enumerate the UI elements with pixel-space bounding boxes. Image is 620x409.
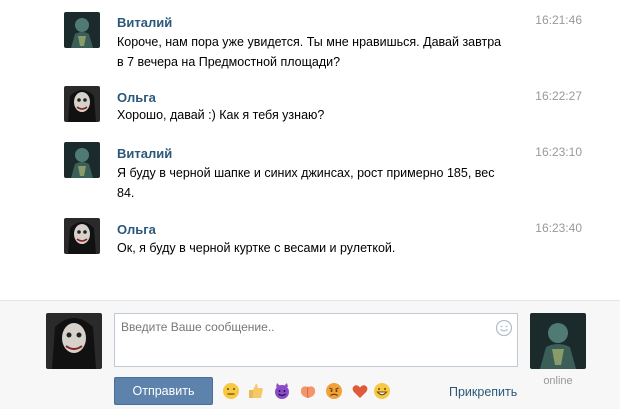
my-avatar[interactable] — [46, 313, 102, 369]
message-item: Виталий 16:23:10 Я буду в черной шапке и… — [0, 142, 620, 212]
heart-icon[interactable] — [351, 382, 369, 400]
peach-icon[interactable] — [299, 382, 317, 400]
message-composer: Введите Ваше сообщение.. online Отправит… — [0, 300, 620, 409]
online-status: online — [543, 375, 573, 387]
message-author[interactable]: Ольга — [117, 222, 156, 238]
message-text: Ок, я буду в черной куртке с весами и ру… — [117, 238, 517, 258]
send-button[interactable]: Отправить — [114, 377, 213, 405]
message-input-placeholder: Введите Ваше сообщение.. — [121, 320, 275, 334]
grin-icon[interactable] — [373, 382, 391, 400]
message-line: в 7 вечера на Предмостной площади? — [117, 55, 341, 69]
message-line: Ок, я буду в черной куртке с весами и ру… — [117, 241, 396, 255]
attach-link[interactable]: Прикрепить — [449, 385, 517, 399]
message-author[interactable]: Виталий — [117, 146, 172, 162]
smile-icon[interactable] — [495, 319, 513, 337]
message-time: 16:22:27 — [535, 89, 582, 103]
message-time: 16:21:46 — [535, 13, 582, 27]
message-line: Короче, нам пора уже увидется. Ты мне нр… — [117, 35, 502, 49]
message-text: Короче, нам пора уже увидется. Ты мне нр… — [117, 32, 517, 72]
message-time: 16:23:10 — [535, 145, 582, 159]
avatar-olga[interactable] — [64, 86, 100, 122]
avatar-vitaly[interactable] — [64, 12, 100, 48]
message-line: 84. — [117, 186, 135, 200]
message-time: 16:23:40 — [535, 221, 582, 235]
message-item: Ольга 16:22:27 Хорошо, давай :) Как я те… — [0, 86, 620, 136]
message-line: Я буду в черной шапке и синих джинсах, р… — [117, 166, 495, 180]
peer-avatar[interactable] — [530, 313, 586, 369]
avatar-olga[interactable] — [64, 218, 100, 254]
message-history: Виталий 16:21:46 Короче, нам пора уже ув… — [0, 0, 620, 300]
angry-face-icon[interactable] — [325, 382, 343, 400]
avatar-vitaly[interactable] — [64, 142, 100, 178]
message-text: Хорошо, давай :) Как я тебя узнаю? — [117, 105, 517, 125]
devil-icon[interactable] — [273, 382, 291, 400]
message-author[interactable]: Виталий — [117, 15, 172, 31]
message-author[interactable]: Ольга — [117, 90, 156, 106]
message-input[interactable]: Введите Ваше сообщение.. — [114, 313, 518, 367]
message-item: Виталий 16:21:46 Короче, нам пора уже ув… — [0, 10, 620, 80]
neutral-face-icon[interactable] — [222, 382, 240, 400]
thumbs-up-icon[interactable] — [247, 382, 265, 400]
message-item: Ольга 16:23:40 Ок, я буду в черной куртк… — [0, 218, 620, 268]
message-line: Хорошо, давай :) Как я тебя узнаю? — [117, 108, 325, 122]
message-text: Я буду в черной шапке и синих джинсах, р… — [117, 163, 517, 203]
